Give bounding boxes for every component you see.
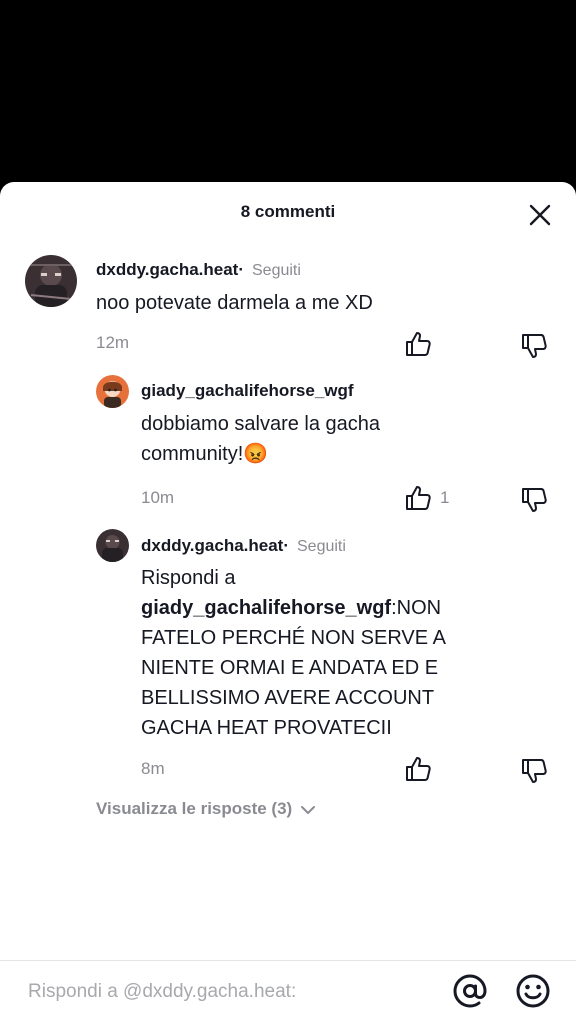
comment-text-line: GACHA HEAT PROVATECII	[141, 717, 392, 739]
comment-text-line: NIENTE ORMAI E ANDATA ED E	[141, 657, 439, 679]
emoji-button[interactable]	[513, 971, 553, 1011]
reply-target[interactable]: giady_gachalifehorse_wgf	[141, 597, 391, 619]
comment-header: dxddy.gacha.heat· Seguiti	[141, 536, 346, 556]
comment-time: 8m	[141, 759, 165, 778]
comment-text-line: BELLISSIMO AVERE ACCOUNT	[141, 687, 435, 709]
at-icon	[453, 974, 487, 1008]
user-avatar[interactable]	[96, 529, 129, 562]
dislike-button[interactable]	[519, 756, 549, 786]
comment-text-line: FATELO PERCHÉ NON SERVE A	[141, 627, 446, 649]
reply-composer	[0, 960, 576, 1024]
thumbs-down-icon	[522, 759, 547, 783]
like-button[interactable]	[403, 754, 433, 784]
reply-prefix: Rispondi a	[141, 567, 236, 589]
mention-button[interactable]	[450, 971, 490, 1011]
video-area[interactable]	[0, 0, 576, 182]
emoji-icon	[516, 974, 550, 1008]
following-badge: Seguiti	[297, 538, 346, 555]
comments-sheet: 8 commenti dxddy.gacha.heat· Seguiti noo …	[0, 182, 576, 1024]
comment-text-line-end: :NON	[391, 597, 442, 619]
chevron-down-icon	[300, 805, 315, 814]
view-replies-button[interactable]: Visualizza le risposte (3)	[96, 799, 317, 819]
reply-input[interactable]	[26, 973, 430, 1011]
view-replies-label: Visualizza le risposte (3)	[96, 799, 293, 818]
comment-username[interactable]: dxddy.gacha.heat·	[141, 536, 289, 555]
thumbs-up-icon	[406, 757, 431, 781]
reply-item: dxddy.gacha.heat· Seguiti Rispondi a giad…	[0, 182, 576, 784]
comment-text: Rispondi a giady_gachalifehorse_wgf:NON …	[141, 563, 561, 743]
comment-text-line: giady_gachalifehorse_wgf:NON	[141, 593, 561, 623]
